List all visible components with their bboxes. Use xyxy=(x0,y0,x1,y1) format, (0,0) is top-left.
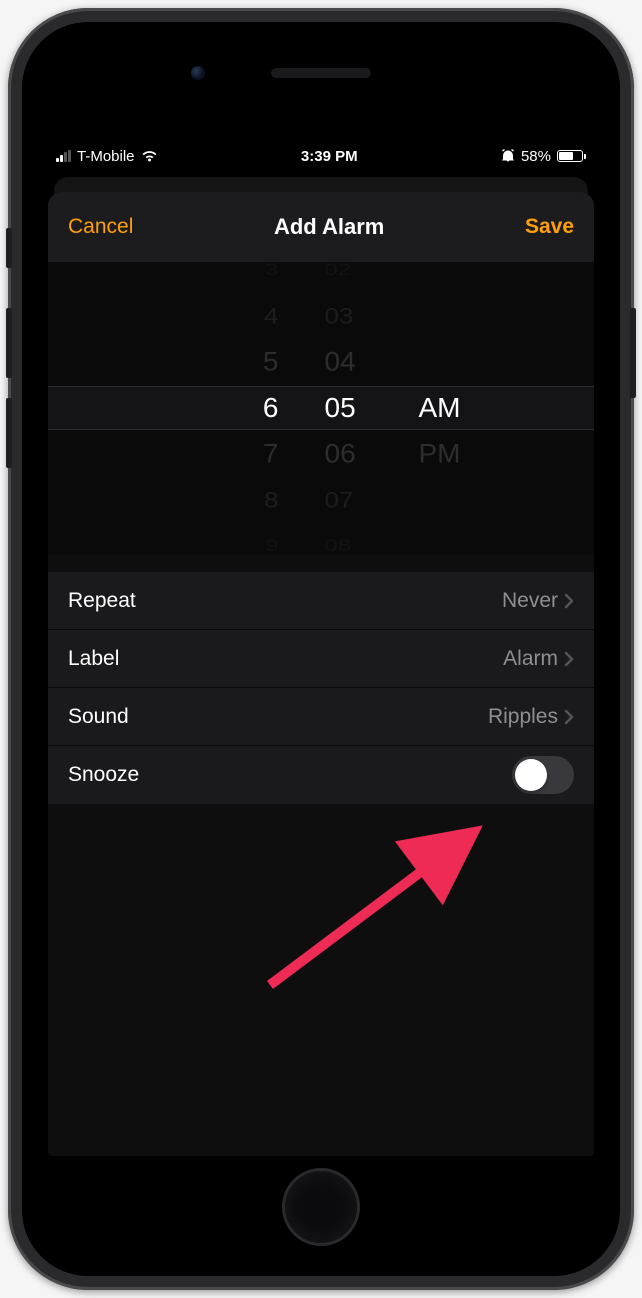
sound-label: Sound xyxy=(68,705,129,729)
chevron-right-icon xyxy=(564,651,574,667)
label-row[interactable]: Label Alarm xyxy=(48,630,594,688)
snooze-label: Snooze xyxy=(68,763,139,787)
sound-value: Ripples xyxy=(488,705,558,729)
sound-row[interactable]: Sound Ripples xyxy=(48,688,594,746)
save-button[interactable]: Save xyxy=(525,215,574,239)
col-ampm-option[interactable]: PM xyxy=(419,432,489,476)
col-hour-option[interactable]: 4 xyxy=(219,296,289,335)
snooze-toggle[interactable] xyxy=(512,756,574,794)
col-ampm-option[interactable]: AM xyxy=(419,385,489,431)
col-min-option[interactable]: 03 xyxy=(319,296,389,335)
volume-down-button xyxy=(6,398,12,468)
front-camera xyxy=(191,66,205,80)
col-min-option[interactable]: 07 xyxy=(319,480,389,519)
earpiece-speaker xyxy=(271,68,371,78)
phone-frame: T-Mobile 3:39 PM 58% xyxy=(8,8,634,1290)
col-hour-option[interactable]: 7 xyxy=(219,432,289,476)
screen: T-Mobile 3:39 PM 58% xyxy=(48,142,594,1156)
snooze-row: Snooze xyxy=(48,746,594,804)
home-button[interactable] xyxy=(282,1168,360,1246)
col-hour-option[interactable]: 9 xyxy=(219,530,289,562)
status-time: 3:39 PM xyxy=(301,148,358,165)
cellular-signal-icon xyxy=(56,150,71,162)
carrier-label: T-Mobile xyxy=(77,148,135,165)
mute-switch xyxy=(6,228,12,268)
alarm-settings-list: Repeat Never Label Alarm xyxy=(48,572,594,804)
col-min-option[interactable]: 06 xyxy=(319,432,389,476)
col-hour-option[interactable]: 5 xyxy=(219,340,289,384)
hour-picker-column[interactable]: 3456789 xyxy=(219,262,289,554)
col-hour-option[interactable]: 8 xyxy=(219,480,289,519)
volume-up-button xyxy=(6,308,12,378)
minute-picker-column[interactable]: 02030405060708 xyxy=(319,262,389,554)
time-picker[interactable]: 3456789 02030405060708 AMPM xyxy=(48,262,594,554)
repeat-value: Never xyxy=(502,589,558,613)
label-value: Alarm xyxy=(503,647,558,671)
ampm-picker-column[interactable]: AMPM xyxy=(419,262,489,554)
label-label: Label xyxy=(68,647,119,671)
add-alarm-sheet: Cancel Add Alarm Save 3 4 567 8 9 02 03 040506… xyxy=(48,192,594,1156)
cancel-button[interactable]: Cancel xyxy=(68,215,133,239)
sheet-title: Add Alarm xyxy=(274,214,384,240)
chevron-right-icon xyxy=(564,709,574,725)
col-min-option[interactable]: 04 xyxy=(319,340,389,384)
status-bar: T-Mobile 3:39 PM 58% xyxy=(48,142,594,170)
col-hour-option[interactable]: 6 xyxy=(219,385,289,431)
phone-bezel: T-Mobile 3:39 PM 58% xyxy=(22,22,620,1276)
repeat-row[interactable]: Repeat Never xyxy=(48,572,594,630)
battery-icon xyxy=(557,150,586,162)
alarm-icon xyxy=(501,149,515,163)
col-min-option[interactable]: 08 xyxy=(319,530,389,562)
repeat-label: Repeat xyxy=(68,589,136,613)
power-button xyxy=(630,308,636,398)
chevron-right-icon xyxy=(564,593,574,609)
col-hour-option[interactable]: 3 xyxy=(219,254,289,286)
wifi-icon xyxy=(141,150,158,163)
sheet-header: Cancel Add Alarm Save xyxy=(48,192,594,262)
top-hardware xyxy=(271,68,371,78)
battery-percent: 58% xyxy=(521,148,551,165)
col-min-option[interactable]: 05 xyxy=(319,385,389,431)
col-min-option[interactable]: 02 xyxy=(319,254,389,286)
